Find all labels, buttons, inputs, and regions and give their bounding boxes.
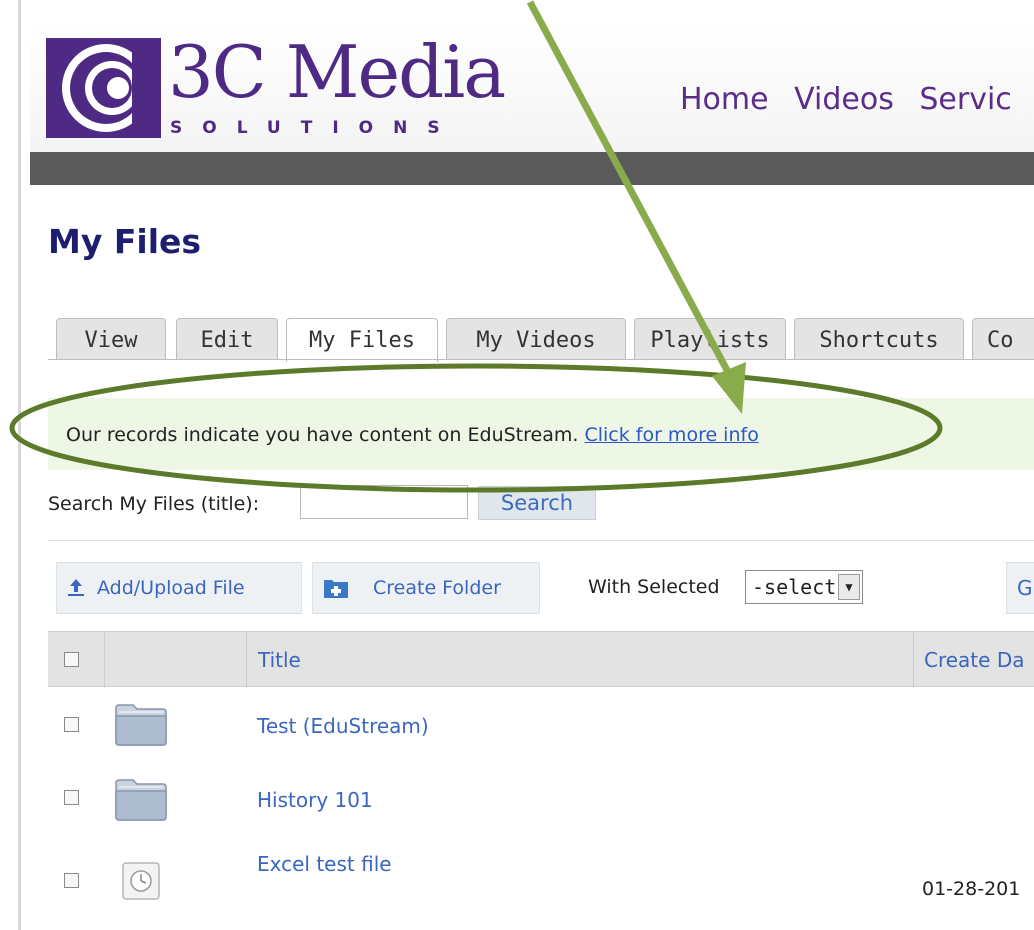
row-date: 01-28-201 — [922, 878, 1021, 900]
nav-home[interactable]: Home — [680, 82, 769, 117]
logo-mark-icon — [46, 38, 161, 138]
row-checkbox[interactable] — [64, 717, 79, 732]
site-logo[interactable]: 3C Media SOLUTIONS — [46, 30, 506, 138]
add-upload-button[interactable]: Add/Upload File — [56, 562, 302, 614]
tab-shortcuts[interactable]: Shortcuts — [794, 318, 964, 360]
window-left-border — [18, 0, 21, 930]
search-button[interactable]: Search — [478, 486, 596, 520]
tab-my-videos[interactable]: My Videos — [446, 318, 626, 360]
row-title-link[interactable]: Excel test file — [257, 852, 392, 876]
page-title: My Files — [48, 222, 202, 261]
column-separator — [913, 632, 914, 688]
tab-playlists[interactable]: Playlists — [634, 318, 786, 360]
search-input[interactable] — [300, 485, 468, 519]
search-label: Search My Files (title): — [48, 493, 260, 515]
new-folder-icon — [324, 580, 348, 598]
row-title-link[interactable]: Test (EduStream) — [257, 714, 429, 738]
main-nav: Home Videos Servic — [680, 82, 1028, 117]
header-bar — [30, 152, 1034, 185]
nav-videos[interactable]: Videos — [794, 82, 894, 117]
column-separator — [104, 632, 105, 688]
table-header: Title Create Da — [48, 631, 1034, 688]
notice-message: Our records indicate you have content on… — [66, 424, 579, 446]
create-date-column-header[interactable]: Create Da — [924, 648, 1024, 672]
create-folder-label: Create Folder — [373, 577, 501, 599]
go-button[interactable]: G — [1006, 562, 1034, 614]
column-separator — [246, 632, 247, 688]
upload-icon — [68, 579, 84, 596]
divider — [48, 540, 1034, 541]
more-info-link[interactable]: Click for more info — [584, 424, 758, 446]
page: 3C Media SOLUTIONS Home Videos Servic My… — [0, 0, 1034, 930]
row-checkbox[interactable] — [64, 790, 79, 805]
tab-baseline — [48, 359, 1034, 360]
select-all-checkbox[interactable] — [64, 652, 79, 667]
logo-wordmark: 3C Media — [168, 30, 506, 114]
nav-services[interactable]: Servic — [919, 82, 1011, 117]
clock-file-icon[interactable] — [122, 862, 160, 900]
notice-text: Our records indicate you have content on… — [66, 424, 759, 446]
title-column-header[interactable]: Title — [258, 648, 301, 672]
folder-icon[interactable] — [113, 702, 169, 748]
row-checkbox[interactable] — [64, 873, 79, 888]
folder-icon[interactable] — [113, 777, 169, 823]
with-selected-label: With Selected — [588, 576, 720, 598]
tab-view[interactable]: View — [56, 318, 166, 360]
chevron-down-icon[interactable]: ▼ — [838, 574, 860, 600]
tab-co[interactable]: Co — [972, 318, 1034, 360]
tab-my-files[interactable]: My Files — [286, 318, 438, 362]
row-title-link[interactable]: History 101 — [257, 788, 373, 812]
tab-edit[interactable]: Edit — [176, 318, 278, 360]
with-selected-select[interactable]: -select- ▼ — [745, 570, 863, 604]
add-upload-label: Add/Upload File — [97, 577, 245, 599]
create-folder-button[interactable]: Create Folder — [312, 562, 540, 614]
logo-tagline: SOLUTIONS — [170, 118, 460, 138]
select-value: -select- — [752, 575, 849, 599]
